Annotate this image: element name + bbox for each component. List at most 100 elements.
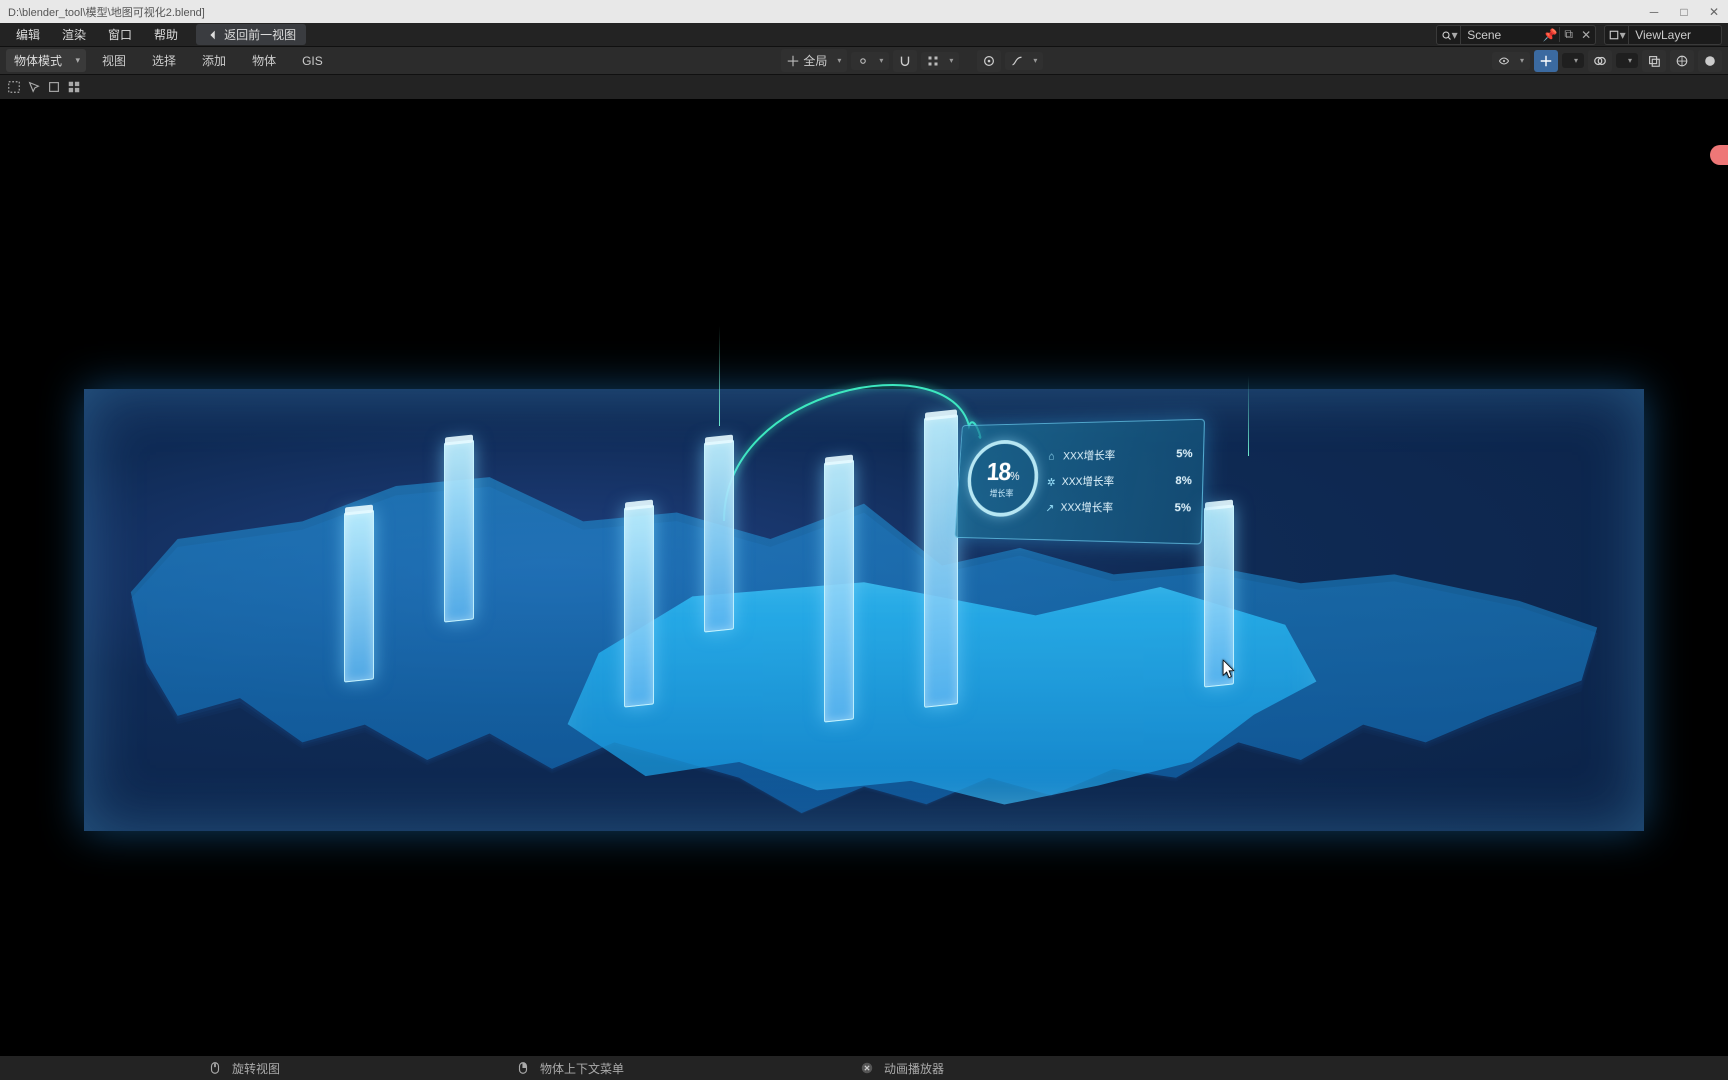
overlay-dropdown[interactable]: ▾ [1616, 53, 1638, 68]
back-previous-view-label: 返回前一视图 [224, 26, 296, 43]
menu-edit[interactable]: 编辑 [6, 24, 50, 45]
menu-help[interactable]: 帮助 [144, 24, 188, 45]
sphere-wire-icon [1675, 54, 1689, 68]
grid-icon [927, 55, 939, 67]
copy-scene-icon[interactable]: ⧉ [1559, 27, 1577, 42]
shading-wireframe[interactable] [1670, 50, 1694, 72]
scene-selector[interactable]: ▾ Scene 📌 ⧉ ✕ [1436, 25, 1596, 45]
menu-window[interactable]: 窗口 [98, 24, 142, 45]
status-context-menu: 物体上下文菜单 [508, 1060, 632, 1077]
data-bar [924, 414, 958, 708]
gizmo-toggle[interactable] [1534, 50, 1558, 72]
metric-value: 5% [1174, 502, 1191, 515]
snap-element-dropdown[interactable]: ▾ [921, 52, 959, 70]
chevron-down-icon: ▾ [1628, 56, 1632, 65]
viewlayer-name: ViewLayer [1629, 28, 1721, 42]
scene-icon: ▾ [1437, 25, 1461, 45]
back-previous-view-button[interactable]: 返回前一视图 [196, 24, 306, 45]
growth-rate-label: 增长率 [989, 486, 1014, 499]
snap-toggle[interactable] [893, 50, 917, 72]
marker-line [1248, 376, 1249, 456]
chevron-down-icon: ▾ [1520, 56, 1524, 65]
menu-render[interactable]: 渲染 [52, 24, 96, 45]
data-bar [704, 439, 734, 632]
gizmo-dropdown[interactable]: ▾ [1562, 53, 1584, 68]
data-bar [624, 504, 654, 707]
overlay-toggle[interactable] [1588, 50, 1612, 72]
metric-row: ↗ XXX增长率 5% [1045, 498, 1191, 516]
header-menu-add[interactable]: 添加 [192, 49, 236, 72]
close-button[interactable]: ✕ [1708, 5, 1720, 19]
select-box-icon[interactable] [4, 77, 24, 97]
window-title-path: D:\blender_tool\模型\地图可视化2.blend] [8, 4, 205, 20]
status-context-menu-label: 物体上下文菜单 [540, 1060, 624, 1077]
cursor-tool-icon[interactable] [24, 77, 44, 97]
back-arrow-icon [206, 28, 220, 42]
data-bar [824, 459, 854, 722]
home-icon: ⌂ [1048, 450, 1058, 460]
chevron-down-icon: ▾ [1574, 56, 1578, 65]
window-title-bar: D:\blender_tool\模型\地图可视化2.blend] ─ □ ✕ [0, 0, 1728, 23]
close-circle-icon [860, 1061, 874, 1075]
mode-label: 物体模式 [14, 52, 62, 69]
sphere-solid-icon [1703, 54, 1717, 68]
curve-icon [1011, 55, 1023, 67]
metric-row: ✲ XXX增长率 8% [1047, 472, 1192, 489]
top-menu-bar: 编辑 渲染 窗口 帮助 返回前一视图 ▾ Scene 📌 ⧉ ✕ ▾ ViewL… [0, 23, 1728, 47]
delete-scene-icon[interactable]: ✕ [1577, 28, 1595, 42]
metric-value: 8% [1175, 475, 1192, 488]
header-menu-object[interactable]: 物体 [242, 49, 286, 72]
arrow-up-icon: ↗ [1045, 501, 1055, 511]
interaction-mode-dropdown[interactable]: 物体模式 [6, 49, 86, 72]
mouse-middle-icon [208, 1061, 222, 1075]
visibility-dropdown[interactable]: ▾ [1492, 52, 1530, 70]
3d-viewport[interactable]: 18% 增长率 ⌂ XXX增长率 5% ✲ XXX增长率 8% ↗ XXX增长率… [0, 99, 1728, 1056]
status-bar: 旋转视图 物体上下文菜单 动画播放器 [0, 1056, 1728, 1080]
viewport-header: 物体模式 视图 选择 添加 物体 GIS 全局 ▾ ▾ ▾ ▾ [0, 47, 1728, 75]
shading-solid[interactable] [1698, 50, 1722, 72]
select-mode-toolbar [0, 75, 1728, 99]
chevron-down-icon: ▾ [837, 56, 841, 65]
xray-icon [1647, 54, 1661, 68]
metric-value: 5% [1176, 448, 1193, 461]
status-rotate-view-label: 旋转视图 [232, 1060, 280, 1077]
magnet-icon [898, 54, 912, 68]
proportional-edit-toggle[interactable] [977, 50, 1001, 72]
overlay-icon [1593, 54, 1607, 68]
scene-name: Scene [1461, 28, 1541, 42]
gear-icon: ✲ [1047, 476, 1057, 486]
chevron-down-icon: ▾ [879, 56, 883, 65]
status-animation-player: 动画播放器 [852, 1060, 952, 1077]
chevron-down-icon: ▾ [949, 56, 953, 65]
status-animation-player-label: 动画播放器 [884, 1060, 944, 1077]
xray-toggle[interactable] [1642, 50, 1666, 72]
proportional-falloff-dropdown[interactable]: ▾ [1005, 52, 1043, 70]
chevron-down-icon: ▾ [1033, 56, 1037, 65]
metric-label: XXX增长率 [1060, 499, 1113, 516]
metric-row: ⌂ XXX增长率 5% [1048, 445, 1193, 463]
growth-rate-gauge: 18% 增长率 [965, 439, 1040, 517]
select-lasso-icon[interactable] [44, 77, 64, 97]
header-menu-gis[interactable]: GIS [292, 51, 333, 71]
transform-orientation-dropdown[interactable]: 全局 ▾ [781, 49, 847, 72]
orientation-label: 全局 [803, 52, 827, 69]
eye-icon [1498, 55, 1510, 67]
viewlayer-icon: ▾ [1605, 25, 1629, 45]
data-bar [444, 439, 474, 622]
pivot-point-dropdown[interactable]: ▾ [851, 52, 889, 70]
record-indicator-icon [1710, 145, 1728, 165]
metric-label: XXX增长率 [1061, 473, 1114, 489]
maximize-button[interactable]: □ [1678, 5, 1690, 19]
pin-scene-icon[interactable]: 📌 [1541, 28, 1559, 42]
header-menu-view[interactable]: 视图 [92, 49, 136, 72]
info-panel: 18% 增长率 ⌂ XXX增长率 5% ✲ XXX增长率 8% ↗ XXX增长率… [954, 418, 1205, 544]
data-bar [344, 509, 374, 682]
status-rotate-view: 旋转视图 [200, 1060, 288, 1077]
mouse-cursor-icon [1222, 659, 1236, 677]
select-circle-icon[interactable] [64, 77, 84, 97]
orientation-icon [787, 55, 799, 67]
viewlayer-selector[interactable]: ▾ ViewLayer [1604, 25, 1722, 45]
map-visualization: 18% 增长率 ⌂ XXX增长率 5% ✲ XXX增长率 8% ↗ XXX增长率… [64, 266, 1664, 966]
header-menu-select[interactable]: 选择 [142, 49, 186, 72]
minimize-button[interactable]: ─ [1648, 5, 1660, 19]
